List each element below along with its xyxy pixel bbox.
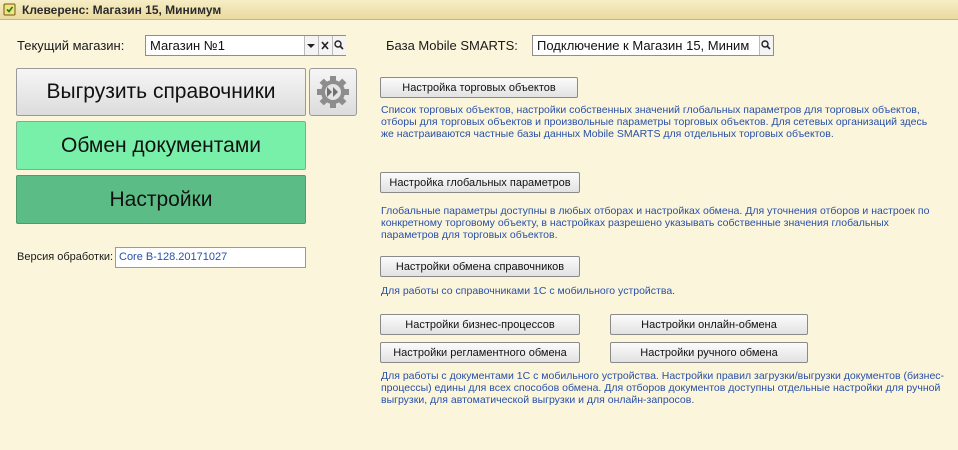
gear-button[interactable] — [309, 68, 357, 116]
dropdown-button[interactable] — [304, 36, 318, 55]
base-search-button[interactable] — [759, 36, 773, 55]
documents-description: Для работы с документами 1С с мобильного… — [381, 370, 945, 406]
exchange-documents-button[interactable]: Обмен документами — [16, 121, 306, 170]
base-value: Подключение к Магазин 15, Миним — [537, 38, 750, 53]
dropdown-arrow-icon — [307, 44, 315, 48]
store-value: Магазин №1 — [150, 38, 225, 53]
window-title: Клеверенс: Магазин 15, Минимум — [22, 3, 222, 17]
clear-button[interactable] — [318, 36, 332, 55]
search-icon — [334, 40, 344, 50]
clear-icon — [321, 41, 329, 50]
settings-button[interactable]: Настройки — [16, 175, 306, 224]
base-label: База Mobile SMARTS: — [386, 38, 518, 53]
search-icon — [761, 40, 771, 50]
scheduled-exchange-button[interactable]: Настройки регламентного обмена — [380, 342, 580, 363]
window-icon — [3, 3, 16, 16]
version-field: Core B-128.20171027 — [115, 247, 306, 268]
version-label: Версия обработки: — [17, 251, 114, 263]
catalog-exchange-description: Для работы со справочниками 1С с мобильн… — [381, 285, 676, 297]
title-bar: Клеверенс: Магазин 15, Минимум — [0, 0, 958, 20]
business-processes-button[interactable]: Настройки бизнес-процессов — [380, 314, 580, 335]
manual-exchange-button[interactable]: Настройки ручного обмена — [610, 342, 808, 363]
store-select[interactable]: Магазин №1 — [145, 35, 346, 56]
trade-objects-description: Список торговых объектов, настройки собс… — [381, 104, 928, 140]
store-search-button[interactable] — [332, 36, 346, 55]
store-label: Текущий магазин: — [17, 38, 125, 53]
global-params-button[interactable]: Настройка глобальных параметров — [380, 172, 580, 193]
online-exchange-button[interactable]: Настройки онлайн-обмена — [610, 314, 808, 335]
base-field[interactable]: Подключение к Магазин 15, Миним — [532, 35, 774, 56]
export-catalogs-button[interactable]: Выгрузить справочники — [16, 68, 306, 116]
global-params-description: Глобальные параметры доступны в любых от… — [381, 205, 930, 241]
trade-objects-button[interactable]: Настройка торговых объектов — [380, 77, 578, 98]
gear-arrows-icon — [317, 76, 349, 108]
catalog-exchange-button[interactable]: Настройки обмена справочников — [380, 256, 580, 277]
